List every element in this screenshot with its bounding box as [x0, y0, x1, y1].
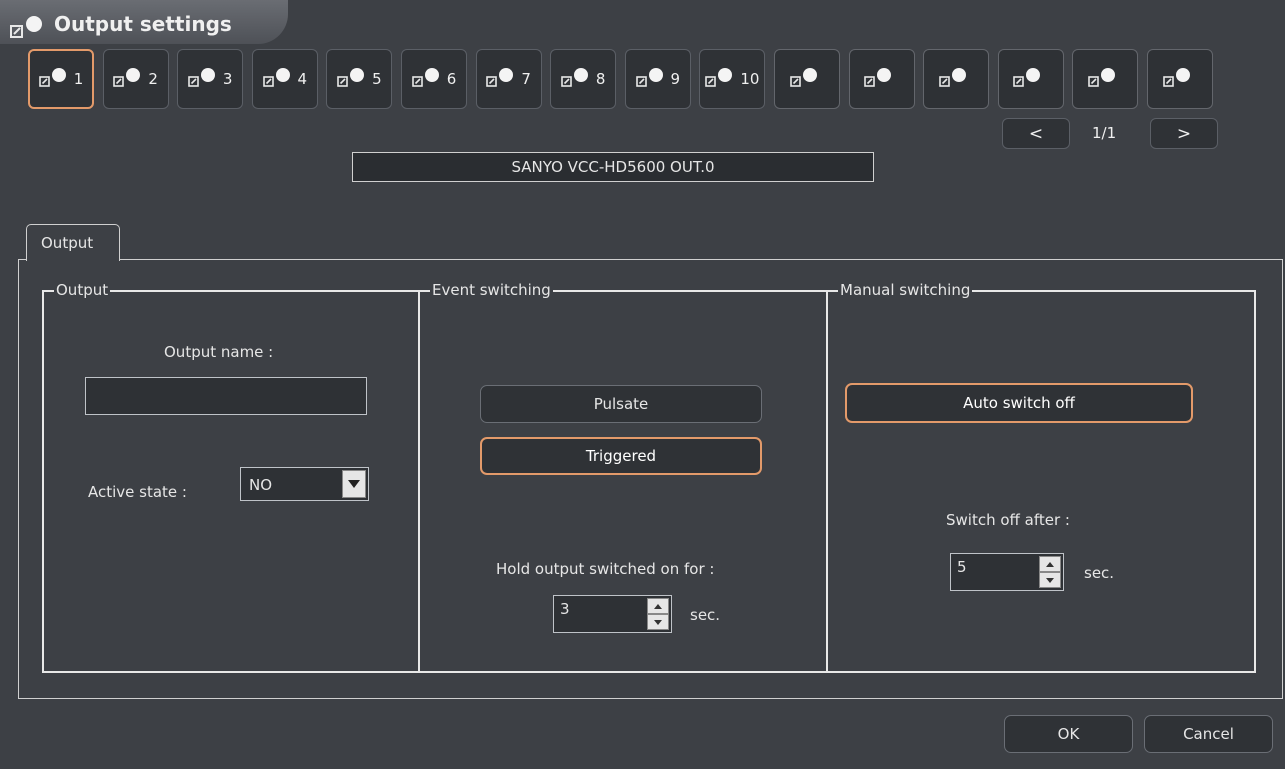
auto-switch-off-button[interactable]: Auto switch off [845, 383, 1193, 423]
output-icon [789, 66, 822, 92]
output-button[interactable]: 5 [326, 49, 393, 109]
output-button-label: 7 [521, 70, 531, 88]
output-button[interactable]: 6 [401, 49, 467, 109]
tab-output[interactable]: Output [26, 224, 120, 261]
output-icon [1013, 66, 1045, 92]
output-button[interactable]: 2 [102, 49, 169, 109]
output-button[interactable]: 1 [28, 49, 94, 109]
output-button-label: 6 [446, 70, 457, 88]
output-button-label: 2 [148, 70, 158, 88]
output-button-label: 4 [297, 70, 308, 88]
output-icon [38, 66, 71, 92]
output-group-legend: Output [54, 281, 111, 299]
switch-off-value: 5 [957, 558, 967, 576]
spin-down-icon[interactable] [1039, 572, 1061, 588]
output-icon [1162, 66, 1195, 92]
switch-off-after-label: Switch off after : [946, 511, 1070, 529]
active-state-label: Active state : [88, 483, 187, 501]
hold-unit-label: sec. [690, 606, 721, 624]
ok-button[interactable]: OK [1004, 715, 1133, 753]
output-button-label: 10 [740, 70, 760, 88]
output-button[interactable]: 9 [624, 49, 691, 109]
output-button-label: 8 [595, 70, 606, 88]
output-button[interactable] [848, 49, 915, 109]
output-icon [561, 66, 593, 92]
triggered-button[interactable]: Triggered [480, 437, 762, 475]
camera-name-display: SANYO VCC-HD5600 OUT.0 [352, 152, 874, 182]
output-button-label: 3 [222, 70, 233, 88]
manual-switching-legend: Manual switching [838, 281, 973, 299]
hold-duration-spinner[interactable]: 3 [553, 595, 672, 633]
hold-output-label: Hold output switched on for : [496, 560, 715, 578]
prev-page-button[interactable]: < [1002, 118, 1070, 149]
window-title: Output settings [54, 12, 232, 36]
output-icon [1088, 66, 1120, 92]
active-state-value: NO [249, 476, 273, 494]
spin-down-icon[interactable] [647, 614, 669, 630]
manual-switching-group: Manual switching [826, 281, 1256, 673]
switch-off-unit-label: sec. [1084, 564, 1115, 582]
output-icon [188, 66, 220, 92]
output-icon [635, 66, 668, 92]
hold-duration-value: 3 [560, 600, 570, 618]
output-button[interactable] [1072, 49, 1139, 109]
output-icon [938, 66, 971, 92]
output-icon [864, 66, 896, 92]
chevron-down-icon[interactable] [342, 470, 366, 498]
output-button-label: 1 [73, 70, 84, 88]
output-button[interactable] [923, 49, 990, 109]
active-state-select[interactable]: NO [240, 467, 369, 501]
switch-off-spinner[interactable]: 5 [950, 553, 1064, 591]
spin-up-icon[interactable] [1039, 556, 1061, 572]
output-button[interactable] [997, 49, 1064, 109]
output-icon [411, 66, 444, 92]
output-button[interactable]: 7 [475, 49, 542, 109]
output-icon [705, 66, 737, 92]
pulsate-button[interactable]: Pulsate [480, 385, 762, 423]
output-name-label: Output name : [164, 343, 274, 361]
output-icon [337, 66, 369, 92]
output-button[interactable]: 8 [550, 49, 617, 109]
output-button[interactable]: 4 [251, 49, 318, 109]
output-icon [10, 16, 42, 38]
output-button[interactable] [774, 49, 840, 109]
output-button[interactable]: 3 [177, 49, 244, 109]
output-icon [262, 66, 295, 92]
cancel-button[interactable]: Cancel [1144, 715, 1273, 753]
page-indicator: 1/1 [1092, 124, 1117, 142]
output-button[interactable]: 10 [699, 49, 766, 109]
output-button-label: 5 [372, 70, 382, 88]
next-page-button[interactable]: > [1150, 118, 1218, 149]
output-icon [113, 66, 145, 92]
spin-up-icon[interactable] [647, 598, 669, 614]
output-button[interactable] [1147, 49, 1213, 109]
event-switching-legend: Event switching [430, 281, 553, 299]
output-name-input[interactable] [85, 377, 367, 415]
output-icon [486, 66, 518, 92]
output-button-label: 9 [670, 70, 681, 88]
